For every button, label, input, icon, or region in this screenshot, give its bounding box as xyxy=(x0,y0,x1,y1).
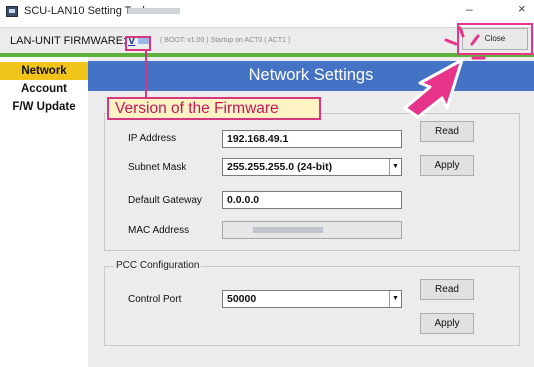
sidebar-item-account[interactable]: Account xyxy=(0,80,88,98)
sidebar-item-network[interactable]: Network xyxy=(0,62,88,80)
firmware-version: V xyxy=(128,35,136,47)
mac-address-label: MAC Address xyxy=(128,225,190,236)
boot-status-text: ( BOOT: v1.00 ) Startup on ACT0 ( ACT1 ) xyxy=(160,37,291,44)
control-port-label: Control Port xyxy=(128,294,182,305)
subnet-mask-select[interactable]: 255.255.255.0 (24-bit) ▼ xyxy=(222,158,402,176)
sidebar-item-fw-update[interactable]: F/W Update xyxy=(0,98,88,116)
page-title: Network Settings xyxy=(248,66,374,84)
firmware-version-callout: Version of the Firmware xyxy=(107,97,321,120)
mac-address-field xyxy=(222,221,402,239)
pcc-config-legend: PCC Configuration xyxy=(114,260,202,271)
default-gateway-input[interactable]: 0.0.0.0 xyxy=(222,191,402,209)
subnet-mask-value: 255.255.255.0 (24-bit) xyxy=(227,161,333,173)
chevron-down-icon[interactable]: ▼ xyxy=(389,291,401,307)
title-bar: SCU-LAN10 Setting Tool - – × xyxy=(0,0,534,24)
redacted-mac-address xyxy=(253,227,323,233)
default-gateway-label: Default Gateway xyxy=(128,195,202,206)
ip-address-label: IP Address xyxy=(128,133,177,144)
pcc-apply-button[interactable]: Apply xyxy=(420,313,474,334)
pcc-read-button[interactable]: Read xyxy=(420,279,474,300)
chevron-down-icon[interactable]: ▼ xyxy=(389,159,401,175)
minimize-icon[interactable]: – xyxy=(466,2,473,16)
subnet-mask-label: Subnet Mask xyxy=(128,162,187,173)
redacted-title-suffix xyxy=(128,8,180,14)
network-apply-button[interactable]: Apply xyxy=(420,155,474,176)
ip-address-input[interactable]: 192.168.49.1 xyxy=(222,130,402,148)
network-read-button[interactable]: Read xyxy=(420,121,474,142)
app-icon xyxy=(6,6,18,17)
redacted-firmware-version xyxy=(138,37,150,44)
control-port-value: 50000 xyxy=(227,293,257,305)
firmware-bar: LAN-UNIT FIRMWARE: V ( BOOT: v1.00 ) Sta… xyxy=(0,27,534,53)
settings-header: Network Settings xyxy=(88,61,534,91)
firmware-label: LAN-UNIT FIRMWARE: xyxy=(10,35,127,47)
close-button[interactable]: Close xyxy=(462,28,528,50)
control-port-select[interactable]: 50000 ▼ xyxy=(222,290,402,308)
sidebar: Network Account F/W Update xyxy=(0,57,88,367)
window-close-icon[interactable]: × xyxy=(518,1,526,16)
